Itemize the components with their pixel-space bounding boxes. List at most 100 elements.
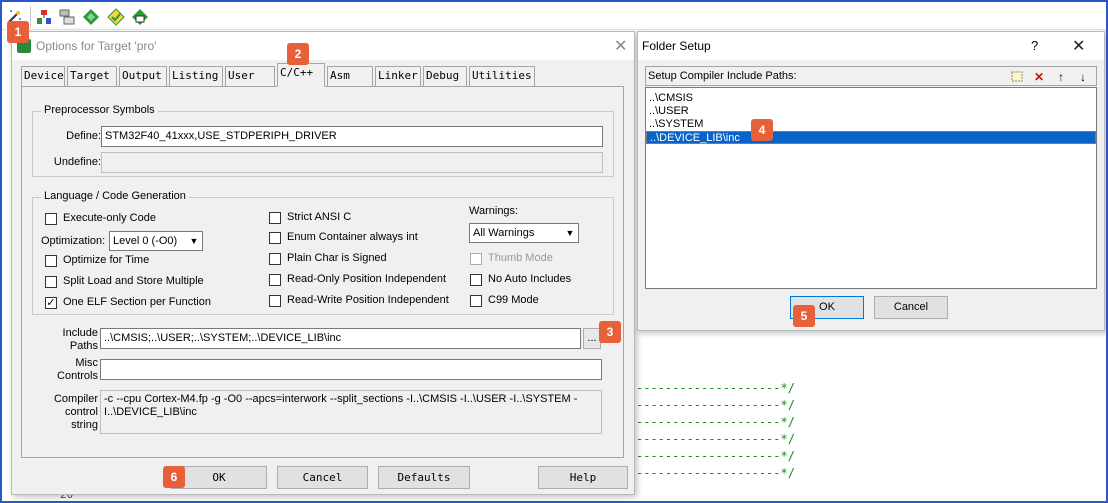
tab-debug[interactable]: Debug (423, 66, 467, 86)
ok-button[interactable]: OK (171, 466, 267, 489)
include-paths-input[interactable]: ..\CMSIS;..\USER;..\SYSTEM;..\DEVICE_LIB… (100, 328, 581, 349)
code-line: --------------------*/ (636, 398, 795, 412)
tab-user[interactable]: User (225, 66, 275, 86)
cancel-button[interactable]: Cancel (277, 466, 368, 489)
no-auto-includes-label: No Auto Includes (488, 273, 572, 285)
delete-icon[interactable]: ✕ (1031, 69, 1047, 85)
code-line: --------------------*/ (636, 415, 795, 429)
code-line: --------------------*/ (636, 466, 795, 480)
optimization-label: Optimization: (41, 235, 106, 247)
step-badge-3: 3 (599, 321, 621, 343)
undefine-label: Undefine: (53, 156, 101, 168)
defaults-button[interactable]: Defaults (378, 466, 470, 489)
include-paths-list: ..\CMSIS ..\USER ..\SYSTEM ..\DEVICE_LIB… (645, 87, 1097, 289)
help-icon[interactable]: ? (1031, 38, 1038, 53)
execute-only-checkbox[interactable] (45, 213, 57, 225)
misc-controls-input[interactable] (100, 359, 602, 380)
step-badge-6: 6 (163, 466, 185, 488)
include-paths-label-line2: Paths (69, 340, 98, 352)
c-cpp-panel: Preprocessor Symbols Define: STM32F40_41… (21, 86, 624, 458)
toolbar-separator (30, 6, 31, 28)
plain-char-label: Plain Char is Signed (287, 252, 387, 264)
ro-position-label: Read-Only Position Independent (287, 273, 446, 285)
c99-mode-label: C99 Mode (488, 294, 539, 306)
c99-mode-checkbox[interactable] (470, 295, 482, 307)
optimize-time-checkbox[interactable] (45, 255, 57, 267)
misc-controls-label-line1: Misc (75, 357, 98, 369)
enum-container-checkbox[interactable] (269, 232, 281, 244)
tab-asm[interactable]: Asm (327, 66, 373, 86)
preprocessor-group-title: Preprocessor Symbols (41, 104, 158, 116)
split-load-checkbox[interactable] (45, 276, 57, 288)
options-dialog-titlebar: Options for Target 'pro' ✕ (12, 32, 634, 60)
language-group-title: Language / Code Generation (41, 190, 189, 202)
compiler-control-string: -c --cpu Cortex-M4.fp -g -O0 --apcs=inte… (100, 390, 602, 434)
list-header: Setup Compiler Include Paths: (648, 70, 797, 82)
preprocessor-group: Preprocessor Symbols Define: STM32F40_41… (32, 104, 614, 177)
tab-device[interactable]: Device (21, 66, 65, 86)
list-item[interactable]: ..\CMSIS (646, 92, 1096, 105)
tab-listing[interactable]: Listing (169, 66, 223, 86)
execute-only-label: Execute-only Code (63, 212, 156, 224)
compiler-control-label-line1: Compiler (53, 393, 98, 405)
split-load-label: Split Load and Store Multiple (63, 275, 204, 287)
select-packs-icon[interactable] (106, 7, 126, 27)
chevron-down-icon: ▼ (186, 232, 202, 250)
warnings-select[interactable]: All Warnings ▼ (469, 223, 579, 243)
warnings-label: Warnings: (469, 205, 519, 217)
define-input[interactable]: STM32F40_41xxx,USE_STDPERIPH_DRIVER (101, 126, 603, 147)
help-button[interactable]: Help (538, 466, 628, 489)
close-icon[interactable]: ✕ (614, 36, 627, 56)
manage-runtime-icon[interactable] (130, 7, 150, 27)
step-badge-2: 2 (287, 43, 309, 65)
list-item[interactable]: ..\SYSTEM (646, 118, 1096, 131)
optimize-time-label: Optimize for Time (63, 254, 150, 266)
misc-controls-label: Misc Controls (26, 357, 98, 383)
list-item[interactable]: ..\USER (646, 105, 1096, 118)
manage-project-icon[interactable] (34, 7, 54, 27)
close-icon[interactable]: ✕ (1072, 36, 1085, 56)
main-toolbar (2, 2, 1106, 30)
define-label: Define: (66, 130, 101, 142)
step-badge-4: 4 (751, 119, 773, 141)
strict-ansi-checkbox[interactable] (269, 212, 281, 224)
undefine-input[interactable] (101, 152, 603, 173)
tab-linker[interactable]: Linker (375, 66, 421, 86)
cancel-button[interactable]: Cancel (874, 296, 948, 319)
compiler-control-label-line3: string (71, 419, 98, 431)
folder-setup-title: Folder Setup (642, 39, 711, 53)
compiler-control-label-line2: control (64, 406, 98, 418)
list-item-selected[interactable]: ..\DEVICE_LIB\inc (646, 131, 1096, 144)
step-badge-5: 5 (793, 305, 815, 327)
thumb-mode-checkbox[interactable] (470, 253, 482, 265)
strict-ansi-label: Strict ANSI C (287, 211, 352, 223)
tab-c-cpp[interactable]: C/C++ (277, 63, 325, 87)
tab-output[interactable]: Output (119, 66, 167, 86)
tab-utilities[interactable]: Utilities (469, 66, 535, 86)
folder-setup-titlebar: Folder Setup ? ✕ (638, 32, 1104, 60)
include-paths-toolbar: Setup Compiler Include Paths: ✕ ↑ ↓ (645, 66, 1097, 86)
rw-position-checkbox[interactable] (269, 295, 281, 307)
tab-target[interactable]: Target (67, 66, 117, 86)
no-auto-includes-checkbox[interactable] (470, 274, 482, 286)
code-line: --------------------*/ (636, 381, 795, 395)
compiler-control-label: Compiler control string (26, 393, 98, 432)
pack-installer-icon[interactable] (81, 7, 101, 27)
include-paths-label-line1: Include (62, 327, 98, 339)
optimization-value: Level 0 (-O0) (113, 235, 178, 247)
plain-char-checkbox[interactable] (269, 253, 281, 265)
code-line: --------------------*/ (636, 449, 795, 463)
warnings-value: All Warnings (473, 227, 535, 239)
language-group: Language / Code Generation Execute-only … (32, 190, 614, 315)
one-elf-label: One ELF Section per Function (63, 296, 211, 308)
thumb-mode-label: Thumb Mode (488, 252, 553, 264)
one-elf-checkbox[interactable]: ✓ (45, 297, 57, 309)
optimization-select[interactable]: Level 0 (-O0) ▼ (109, 231, 203, 251)
ro-position-checkbox[interactable] (269, 274, 281, 286)
move-down-icon[interactable]: ↓ (1075, 69, 1091, 85)
step-badge-1: 1 (7, 21, 29, 43)
enum-container-label: Enum Container always int (287, 231, 418, 243)
move-up-icon[interactable]: ↑ (1053, 69, 1069, 85)
file-extensions-icon[interactable] (57, 7, 77, 27)
new-folder-icon[interactable] (1009, 69, 1025, 85)
